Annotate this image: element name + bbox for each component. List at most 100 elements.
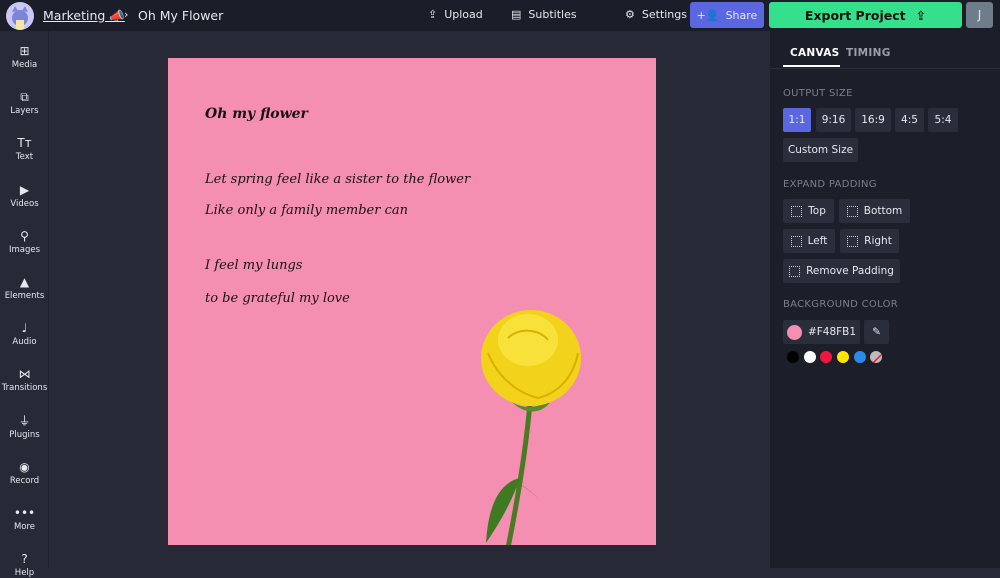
padding-left-icon [790, 235, 802, 247]
pad-left-label: Left [807, 235, 828, 247]
left-sidebar: ⊞ Media ⧉ Layers Tт Text ▶ Videos ⚲ Images ▲ Elemen… [0, 31, 49, 578]
settings-label: Settings [641, 8, 687, 21]
swatch-red[interactable] [820, 351, 832, 363]
active-tab-indicator [783, 65, 840, 67]
settings-button[interactable]: ⚙ Settings [625, 8, 687, 21]
project-title[interactable]: Oh My Flower [138, 8, 223, 23]
swatch-blue[interactable] [854, 351, 866, 363]
sidebar-item-videos[interactable]: ▶ Videos [0, 183, 49, 209]
subtitles-icon: ▤ [511, 8, 522, 21]
help-icon: ? [21, 552, 28, 567]
sidebar-item-label: Help [14, 568, 35, 578]
add-user-icon: +👤 [696, 8, 720, 22]
gear-icon: ⚙ [625, 8, 635, 21]
top-bar: Marketing 📣 › Oh My Flower ⇪ Upload ▤ Subt… [0, 0, 1000, 31]
padding-top-icon [791, 205, 803, 217]
pad-left-button[interactable]: Left [783, 229, 835, 253]
background-color-label: BACKGROUND COLOR [783, 299, 898, 310]
sidebar-item-label: Images [8, 244, 41, 255]
workspace-avatar[interactable] [6, 2, 34, 30]
color-swatch-current [786, 324, 802, 340]
share-label: Share [725, 8, 758, 22]
eyedropper-icon: ✎ [872, 326, 881, 338]
poem-line[interactable]: Let spring feel like a sister to the flo… [205, 172, 470, 187]
sidebar-item-label: Text [15, 152, 34, 163]
subtitles-label: Subtitles [528, 8, 577, 21]
sidebar-item-transitions[interactable]: ⋈ Transitions [0, 367, 49, 393]
swatch-yellow[interactable] [837, 351, 849, 363]
pad-right-button[interactable]: Right [840, 229, 899, 253]
output-size-label: OUTPUT SIZE [783, 88, 853, 99]
tab-timing[interactable]: TIMING [846, 47, 891, 59]
subtitles-button[interactable]: ▤ Subtitles [511, 8, 577, 21]
custom-size-button[interactable]: Custom Size [783, 138, 858, 162]
expand-padding-label: EXPAND PADDING [783, 179, 877, 190]
audio-icon: ♩ [21, 321, 28, 336]
user-avatar[interactable]: J [966, 2, 993, 28]
sidebar-item-media[interactable]: ⊞ Media [0, 44, 49, 70]
share-out-icon: ⇪ [915, 7, 927, 23]
text-icon: Tт [17, 136, 32, 151]
eyedropper-button[interactable]: ✎ [864, 320, 889, 344]
upload-button[interactable]: ⇪ Upload [428, 8, 483, 21]
upload-label: Upload [444, 8, 483, 21]
sidebar-item-label: Elements [4, 291, 45, 301]
sidebar-item-help[interactable]: ? Help [0, 552, 49, 578]
sidebar-item-label: Videos [10, 198, 39, 209]
sidebar-item-layers[interactable]: ⧉ Layers [0, 90, 49, 116]
sidebar-item-more[interactable]: ••• More [0, 506, 49, 532]
export-project-button[interactable]: Export Project ⇪ [769, 2, 962, 28]
sidebar-item-label: Plugins [9, 429, 40, 440]
size-9-16-button[interactable]: 9:16 [816, 108, 851, 132]
sidebar-item-record[interactable]: ◉ Record [0, 460, 49, 486]
size-1-1-button[interactable]: 1:1 [783, 108, 811, 132]
color-picker-button[interactable]: #F48FB1 [783, 320, 860, 344]
padding-bottom-icon [846, 205, 858, 217]
sidebar-item-elements[interactable]: ▲ Elements [0, 275, 49, 301]
sidebar-item-audio[interactable]: ♩ Audio [0, 321, 49, 347]
videos-icon: ▶ [19, 182, 30, 197]
swatch-white[interactable] [804, 351, 816, 363]
tab-canvas[interactable]: CANVAS [790, 47, 840, 59]
media-icon: ⊞ [19, 44, 30, 58]
plugins-icon: ⏚ [18, 413, 31, 428]
sidebar-item-label: More [13, 522, 36, 532]
sidebar-item-text[interactable]: Tт Text [0, 136, 49, 162]
remove-padding-button[interactable]: Remove Padding [783, 259, 900, 283]
transitions-icon: ⋈ [18, 367, 31, 382]
share-button[interactable]: +👤 Share [690, 2, 764, 28]
size-4-5-button[interactable]: 4:5 [895, 108, 924, 132]
color-hex-value: #F48FB1 [807, 326, 857, 338]
chevron-right-icon: › [124, 8, 129, 21]
size-16-9-button[interactable]: 16:9 [855, 108, 891, 132]
properties-panel: CANVAS TIMING OUTPUT SIZE 1:1 9:16 16:9 … [770, 31, 1000, 568]
breadcrumb-workspace[interactable]: Marketing 📣 [43, 8, 125, 24]
images-icon: ⚲ [20, 228, 29, 243]
pad-bottom-button[interactable]: Bottom [839, 199, 910, 223]
poem-line[interactable]: I feel my lungs [205, 258, 302, 273]
swatch-black[interactable] [787, 351, 799, 363]
layers-icon: ⧉ [20, 90, 29, 105]
padding-icon [789, 265, 801, 277]
remove-padding-label: Remove Padding [806, 265, 894, 277]
sidebar-item-label: Record [9, 475, 40, 486]
pad-top-button[interactable]: Top [783, 199, 834, 223]
record-icon: ◉ [19, 459, 30, 474]
elements-icon: ▲ [19, 275, 30, 289]
size-5-4-button[interactable]: 5:4 [928, 108, 958, 132]
yellow-rose-image[interactable] [468, 298, 608, 545]
sidebar-item-label: Media [11, 60, 38, 70]
canvas-preview[interactable]: Oh my flower Let spring feel like a sist… [168, 58, 656, 545]
padding-right-icon [847, 235, 859, 247]
sidebar-item-images[interactable]: ⚲ Images [0, 229, 49, 255]
upload-icon: ⇪ [428, 8, 438, 21]
sidebar-item-label: Transitions [1, 383, 48, 394]
export-label: Export Project [804, 7, 906, 23]
pad-bottom-label: Bottom [863, 205, 903, 217]
poem-line[interactable]: Like only a family member can [205, 203, 408, 218]
poem-line[interactable]: to be grateful my love [205, 291, 350, 306]
pad-top-label: Top [808, 205, 826, 217]
poem-title[interactable]: Oh my flower [205, 106, 308, 122]
swatch-transparent[interactable] [870, 351, 882, 363]
sidebar-item-plugins[interactable]: ⏚ Plugins [0, 414, 49, 440]
